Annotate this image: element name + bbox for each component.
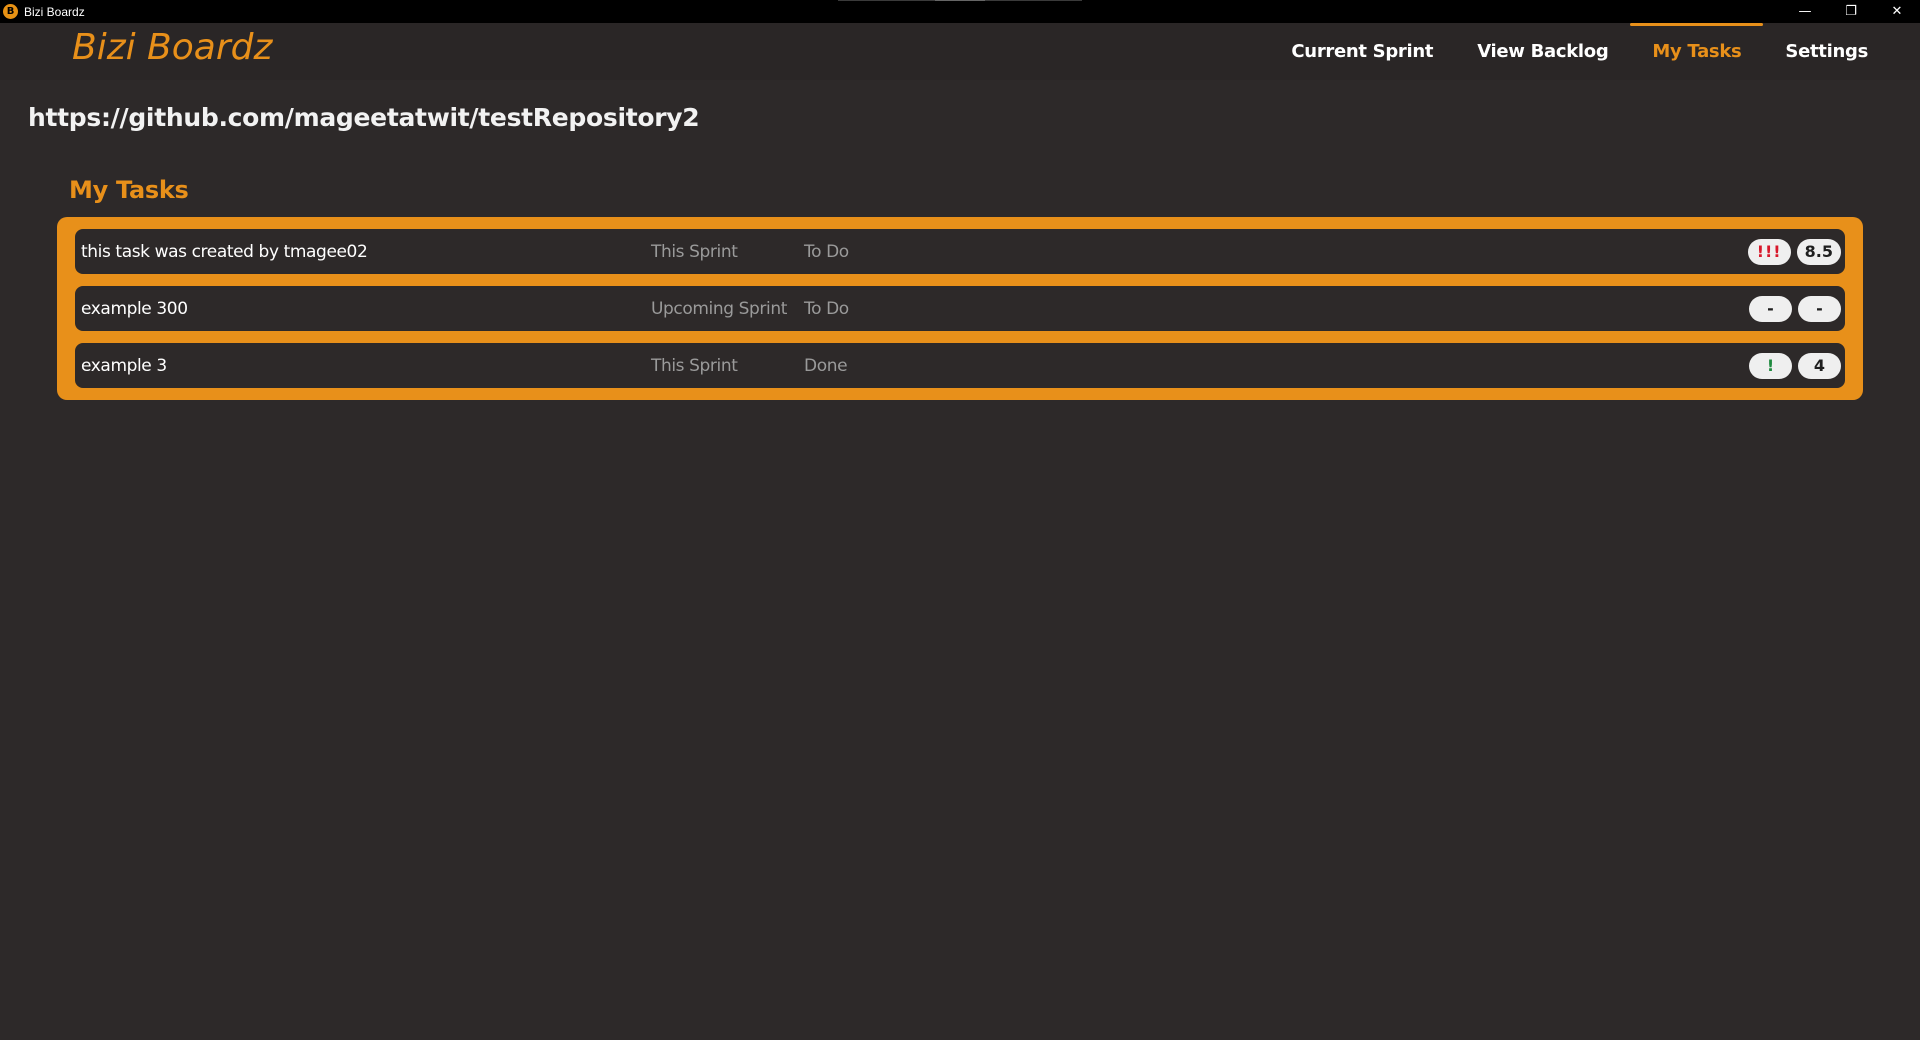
- nav-settings[interactable]: Settings: [1763, 23, 1890, 80]
- task-sprint: This Sprint: [651, 241, 738, 262]
- task-status: To Do: [804, 241, 849, 262]
- task-name: this task was created by tmagee02: [81, 241, 368, 262]
- priority-badge: !!!: [1747, 238, 1791, 265]
- app-logo-icon: B: [3, 4, 18, 19]
- main-nav: Current Sprint View Backlog My Tasks Set…: [1269, 23, 1890, 80]
- nav-view-backlog[interactable]: View Backlog: [1455, 23, 1630, 80]
- task-badges: - -: [1749, 295, 1841, 322]
- title-bar-drag-handle[interactable]: [935, 0, 985, 1]
- close-button[interactable]: ✕: [1874, 0, 1920, 23]
- window-title: Bizi Boardz: [24, 4, 85, 19]
- task-status: Done: [804, 355, 848, 376]
- priority-badge: -: [1749, 295, 1792, 322]
- app-header: Bizi Boardz Current Sprint View Backlog …: [0, 23, 1920, 80]
- nav-my-tasks[interactable]: My Tasks: [1630, 23, 1764, 80]
- task-row[interactable]: this task was created by tmagee02 This S…: [75, 229, 1845, 274]
- window-controls: — ❐ ✕: [1782, 0, 1920, 23]
- restore-button[interactable]: ❐: [1828, 0, 1874, 23]
- task-sprint: This Sprint: [651, 355, 738, 376]
- task-sprint: Upcoming Sprint: [651, 298, 787, 319]
- section-title: My Tasks: [69, 176, 189, 204]
- task-row[interactable]: example 3 This Sprint Done ! 4: [75, 343, 1845, 388]
- repository-url: https://github.com/mageetatwit/testRepos…: [28, 103, 700, 132]
- task-badges: ! 4: [1749, 352, 1841, 379]
- story-points-badge: 4: [1798, 352, 1841, 379]
- task-status: To Do: [804, 298, 849, 319]
- story-points-badge: 8.5: [1796, 238, 1841, 265]
- task-name: example 300: [81, 298, 188, 319]
- window-title-bar: B Bizi Boardz — ❐ ✕: [0, 0, 1920, 23]
- task-name: example 3: [81, 355, 167, 376]
- story-points-badge: -: [1798, 295, 1841, 322]
- task-badges: !!! 8.5: [1747, 238, 1841, 265]
- task-row[interactable]: example 300 Upcoming Sprint To Do - -: [75, 286, 1845, 331]
- minimize-button[interactable]: —: [1782, 0, 1828, 23]
- nav-current-sprint[interactable]: Current Sprint: [1269, 23, 1455, 80]
- task-list: this task was created by tmagee02 This S…: [57, 217, 1863, 400]
- brand-logo: Bizi Boardz: [72, 27, 273, 68]
- priority-badge: !: [1749, 352, 1792, 379]
